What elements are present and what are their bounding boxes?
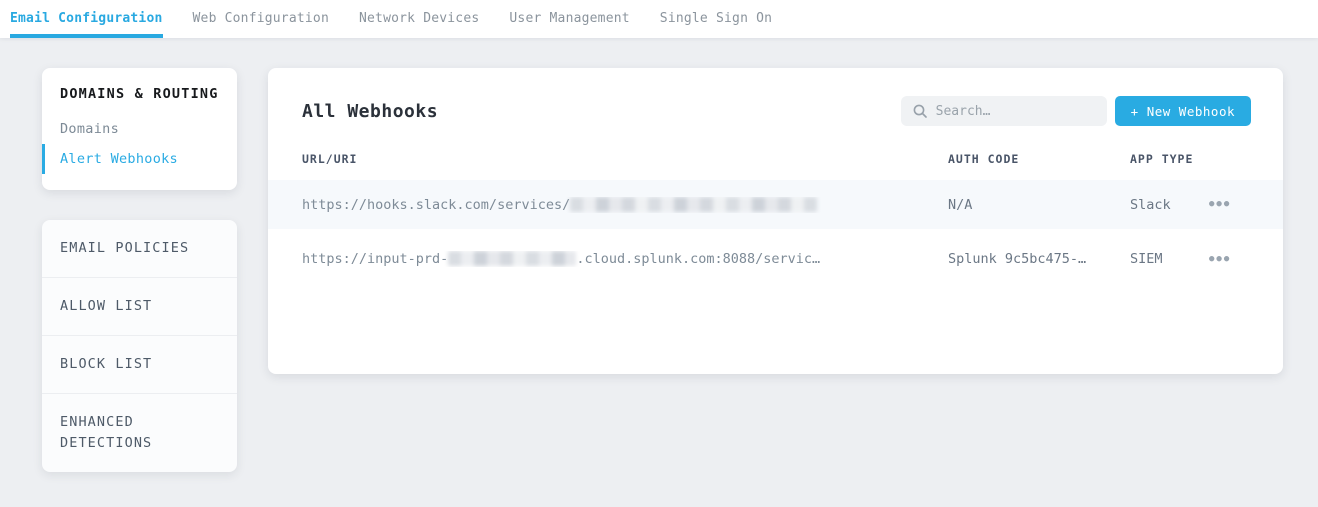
ellipsis-icon[interactable]: ●●●	[1207, 251, 1233, 268]
new-webhook-button[interactable]: + New Webhook	[1115, 96, 1251, 126]
search-box[interactable]	[901, 96, 1107, 126]
webhook-url: https://hooks.slack.com/services/	[302, 197, 948, 213]
tab-web-configuration[interactable]: Web Configuration	[193, 0, 329, 38]
page-body: DOMAINS & ROUTING Domains Alert Webhooks…	[0, 38, 1318, 472]
domains-routing-card: DOMAINS & ROUTING Domains Alert Webhooks	[42, 68, 237, 190]
domains-routing-heading: DOMAINS & ROUTING	[42, 86, 237, 102]
sidebar: DOMAINS & ROUTING Domains Alert Webhooks…	[42, 68, 237, 472]
page-title: All Webhooks	[302, 101, 438, 122]
sidebar-item-allow-list[interactable]: ALLOW LIST	[42, 277, 237, 335]
webhook-app-type: Slack	[1130, 197, 1207, 213]
webhook-app-type: SIEM	[1130, 251, 1207, 267]
redacted-url-segment	[448, 251, 576, 266]
webhooks-table: URL/URI AUTH CODE APP TYPE https://hooks…	[268, 148, 1283, 289]
webhook-auth-code: N/A	[948, 197, 1130, 213]
column-header-auth-code: AUTH CODE	[948, 152, 1130, 166]
search-input[interactable]	[936, 104, 1095, 119]
table-row[interactable]: https://hooks.slack.com/services/ N/A Sl…	[268, 180, 1283, 229]
top-nav: Email Configuration Web Configuration Ne…	[0, 0, 1318, 38]
table-header-row: URL/URI AUTH CODE APP TYPE	[268, 148, 1283, 180]
webhook-url: https://input-prd-.cloud.splunk.com:8088…	[302, 251, 948, 267]
search-icon	[913, 104, 927, 118]
table-row[interactable]: https://input-prd-.cloud.splunk.com:8088…	[268, 229, 1283, 289]
tab-single-sign-on[interactable]: Single Sign On	[660, 0, 772, 38]
webhooks-header: All Webhooks + New Webhook	[268, 68, 1283, 148]
webhooks-panel: All Webhooks + New Webhook URL/URI AUTH …	[268, 68, 1283, 374]
tab-network-devices[interactable]: Network Devices	[359, 0, 479, 38]
column-header-url: URL/URI	[302, 152, 948, 166]
sidebar-item-email-policies[interactable]: EMAIL POLICIES	[42, 220, 237, 277]
tab-user-management[interactable]: User Management	[509, 0, 629, 38]
policy-nav-card: EMAIL POLICIES ALLOW LIST BLOCK LIST ENH…	[42, 220, 237, 472]
column-header-app-type: APP TYPE	[1130, 152, 1207, 166]
tab-email-configuration[interactable]: Email Configuration	[10, 0, 163, 38]
ellipsis-icon[interactable]: ●●●	[1207, 196, 1233, 213]
sidebar-item-domains[interactable]: Domains	[42, 114, 237, 144]
webhook-auth-code: Splunk 9c5bc475-…	[948, 251, 1130, 267]
redacted-url-segment	[570, 197, 817, 212]
sidebar-item-block-list[interactable]: BLOCK LIST	[42, 335, 237, 393]
sidebar-item-enhanced-detections[interactable]: ENHANCED DETECTIONS	[42, 393, 237, 472]
sidebar-item-alert-webhooks[interactable]: Alert Webhooks	[42, 144, 237, 174]
